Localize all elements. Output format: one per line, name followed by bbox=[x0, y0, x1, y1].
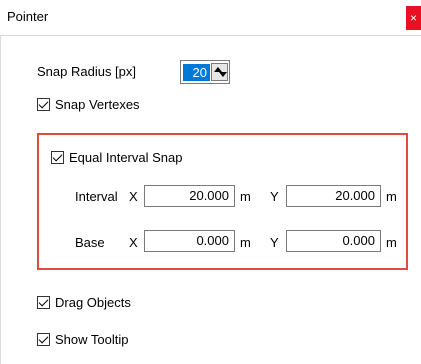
snap-radius-label: Snap Radius [px] bbox=[37, 64, 137, 79]
snap-radius-spinner[interactable]: 20 bbox=[180, 60, 230, 84]
interval-y-input[interactable]: 20.000 bbox=[286, 185, 381, 207]
interval-x-input[interactable]: 20.000 bbox=[144, 185, 235, 207]
interval-x-unit: m bbox=[240, 189, 251, 204]
equal-interval-label: Equal Interval Snap bbox=[69, 150, 183, 165]
checkbox-box[interactable] bbox=[37, 296, 50, 309]
snap-radius-value[interactable]: 20 bbox=[183, 64, 210, 81]
arrow-down-icon[interactable] bbox=[219, 72, 227, 77]
snap-vertexes-checkbox[interactable]: Snap Vertexes bbox=[37, 96, 197, 114]
checkbox-box[interactable] bbox=[51, 151, 64, 164]
snap-vertexes-label: Snap Vertexes bbox=[55, 97, 140, 112]
base-y-input[interactable]: 0.000 bbox=[286, 230, 381, 252]
spin-arrows[interactable] bbox=[211, 63, 228, 81]
drag-objects-label: Drag Objects bbox=[55, 295, 131, 310]
window-title: Pointer bbox=[7, 9, 49, 24]
checkbox-box[interactable] bbox=[37, 98, 50, 111]
base-x-unit: m bbox=[240, 235, 251, 250]
equal-interval-checkbox[interactable]: Equal Interval Snap bbox=[51, 149, 231, 167]
base-x-label: X bbox=[129, 235, 138, 250]
base-y-unit: m bbox=[386, 235, 397, 250]
close-icon: × bbox=[409, 11, 417, 25]
show-tooltip-checkbox[interactable]: Show Tooltip bbox=[37, 331, 197, 349]
title-bar: Pointer × bbox=[0, 0, 421, 36]
interval-x-label: X bbox=[129, 189, 138, 204]
drag-objects-checkbox[interactable]: Drag Objects bbox=[37, 294, 197, 312]
interval-y-unit: m bbox=[386, 189, 397, 204]
close-button[interactable]: × bbox=[406, 6, 421, 30]
check-icon bbox=[38, 98, 49, 109]
base-x-input[interactable]: 0.000 bbox=[144, 230, 235, 252]
base-label: Base bbox=[75, 235, 105, 250]
base-y-label: Y bbox=[270, 235, 279, 250]
show-tooltip-label: Show Tooltip bbox=[55, 332, 129, 347]
interval-label: Interval bbox=[75, 189, 118, 204]
check-icon bbox=[38, 333, 49, 344]
check-icon bbox=[38, 296, 49, 307]
checkbox-box[interactable] bbox=[37, 333, 50, 346]
check-icon bbox=[52, 151, 63, 162]
interval-y-label: Y bbox=[270, 189, 279, 204]
